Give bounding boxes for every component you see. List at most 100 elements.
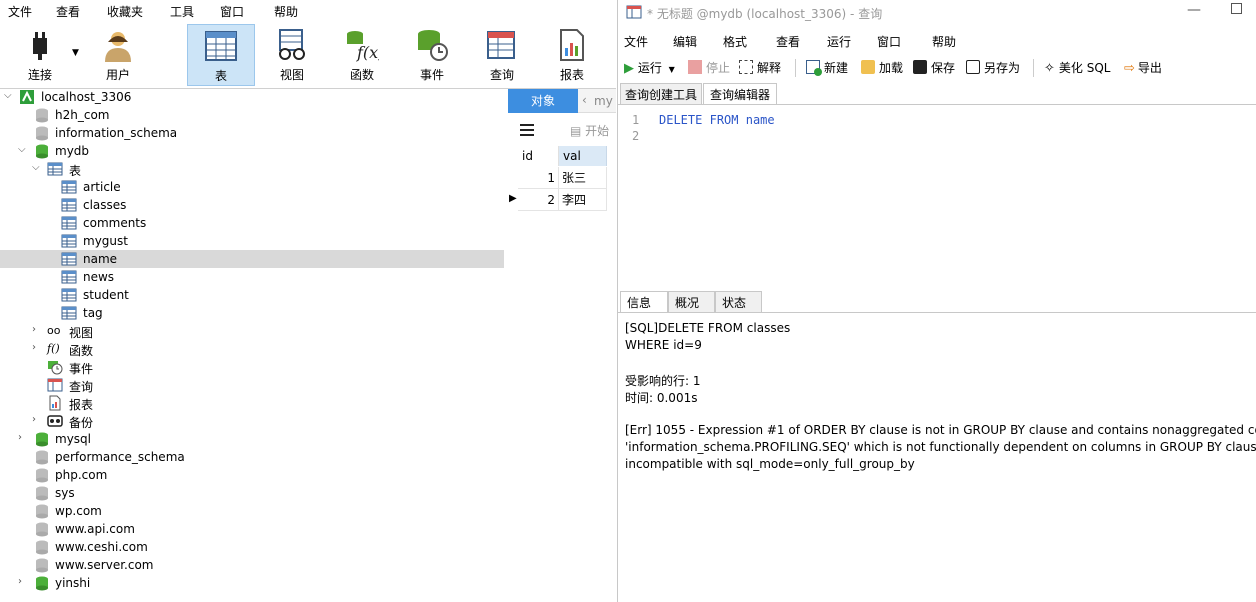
tree-reports-folder[interactable]: 报表 (0, 394, 504, 412)
database-icon (36, 522, 48, 537)
chevron-down-icon[interactable]: ▼ (669, 65, 675, 74)
sql-editor[interactable]: 1 2 DELETE FROM name (618, 104, 1256, 290)
cell-id[interactable]: 1 (518, 167, 559, 189)
tab-status[interactable]: 状态 (715, 291, 762, 313)
tree-db-yinshi[interactable]: › yinshi (0, 574, 504, 592)
tree-db-mydb[interactable]: ⌵ mydb (0, 142, 504, 160)
info-line: [SQL]DELETE FROM classes (625, 321, 791, 335)
chevron-right-icon[interactable]: › (18, 577, 28, 587)
menu-favorites[interactable]: 收藏夹 (107, 3, 143, 20)
tree-db-h2h[interactable]: h2h_com (0, 106, 504, 124)
chevron-down-icon[interactable]: ▼ (72, 48, 79, 58)
tree-table-name[interactable]: name (0, 250, 504, 268)
tab-query-editor[interactable]: 查询编辑器 (703, 83, 777, 105)
cell-val[interactable]: 李四 (559, 189, 607, 211)
tree-backups-folder[interactable]: › 备份 (0, 412, 504, 431)
cell-val[interactable]: 张三 (559, 167, 607, 189)
chevron-down-icon[interactable]: ⌵ (4, 91, 14, 101)
tree-table-comments[interactable]: comments (0, 214, 504, 232)
tab-objects[interactable]: 对象 (508, 89, 578, 113)
back-arrow-icon[interactable]: ‹ (582, 93, 587, 107)
tree-views-folder[interactable]: › oo 视图 (0, 322, 504, 340)
report-button[interactable]: 报表 (538, 24, 606, 86)
info-line: 受影响的行: 1 (625, 374, 701, 388)
menu-help[interactable]: 帮助 (274, 3, 298, 20)
tree-db-information-schema[interactable]: information_schema (0, 124, 504, 142)
menu-run[interactable]: 运行 (827, 33, 851, 50)
start-transaction-button[interactable]: ▤ 开始 (570, 122, 609, 139)
query-icon (47, 378, 63, 392)
tree-db-performance-schema[interactable]: performance_schema (0, 448, 504, 466)
table-icon (61, 198, 77, 212)
menu-format[interactable]: 格式 (723, 33, 747, 50)
menu-window[interactable]: 窗口 (877, 33, 901, 50)
tree-db-wp[interactable]: wp.com (0, 502, 504, 520)
column-header-val[interactable]: val (559, 146, 607, 166)
info-output[interactable]: [SQL]DELETE FROM classes WHERE id=9 受影响的… (618, 312, 1256, 602)
tree-db-mysql[interactable]: › mysql (0, 430, 504, 448)
tree-table-student[interactable]: student (0, 286, 504, 304)
sql-code-line[interactable]: DELETE FROM name (659, 113, 775, 127)
export-button[interactable]: ⇨ 导出 (1124, 59, 1162, 77)
cell-id[interactable]: 2 (518, 189, 559, 211)
tree-queries-folder[interactable]: 查询 (0, 376, 504, 394)
tab-info[interactable]: 信息 (620, 291, 668, 313)
tree-table-article[interactable]: article (0, 178, 504, 196)
tree-table-mygust[interactable]: mygust (0, 232, 504, 250)
chevron-right-icon[interactable]: › (32, 343, 42, 353)
stop-button[interactable]: 停止 (688, 59, 730, 77)
menu-tools[interactable]: 工具 (170, 3, 194, 20)
tree-db-api[interactable]: www.api.com (0, 520, 504, 538)
stop-icon (688, 60, 702, 74)
tree-connection-label: localhost_3306 (41, 90, 132, 104)
tree-db-server[interactable]: www.server.com (0, 556, 504, 574)
explain-button[interactable]: 解释 (739, 59, 781, 77)
run-button[interactable]: ▶ 运行 ▼ (624, 59, 675, 77)
menu-file[interactable]: 文件 (8, 3, 32, 20)
chevron-right-icon[interactable]: › (18, 433, 28, 443)
save-as-button[interactable]: 另存为 (966, 59, 1020, 77)
chevron-down-icon[interactable]: ⌵ (32, 163, 42, 173)
tree-connection[interactable]: ⌵ localhost_3306 (0, 88, 504, 106)
chevron-right-icon[interactable]: › (32, 415, 42, 425)
query-button[interactable]: 查询 (468, 24, 536, 86)
chevron-right-icon[interactable]: › (32, 325, 42, 335)
tree-table-classes[interactable]: classes (0, 196, 504, 214)
tree-events-folder[interactable]: 事件 (0, 358, 504, 376)
menu-help[interactable]: 帮助 (932, 33, 956, 50)
menu-icon[interactable] (520, 123, 534, 137)
load-button[interactable]: 加载 (861, 59, 903, 77)
menu-view[interactable]: 查看 (56, 3, 80, 20)
new-query-button[interactable]: 新建 (806, 59, 848, 77)
tab-mydb[interactable]: ‹ my (578, 89, 616, 113)
menu-view[interactable]: 查看 (776, 33, 800, 50)
event-button[interactable]: 事件 (398, 24, 466, 86)
tree-db-sys[interactable]: sys (0, 484, 504, 502)
tree-table-news[interactable]: news (0, 268, 504, 286)
chevron-down-icon[interactable]: ⌵ (18, 145, 28, 155)
menu-window[interactable]: 窗口 (220, 3, 244, 20)
tree-db-php[interactable]: php.com (0, 466, 504, 484)
tree-tables-folder[interactable]: ⌵ 表 (0, 160, 504, 178)
function-icon: f() (47, 342, 60, 355)
tab-query-builder[interactable]: 查询创建工具 (620, 83, 702, 105)
magic-wand-icon: ✧ (1044, 61, 1055, 76)
column-header-id[interactable]: id (518, 146, 559, 166)
minimize-icon[interactable]: — (1187, 2, 1201, 18)
beautify-sql-button[interactable]: ✧ 美化 SQL (1044, 59, 1110, 77)
tree-functions-folder[interactable]: › f() 函数 (0, 340, 504, 358)
save-button[interactable]: 保存 (913, 59, 955, 77)
database-open-icon (36, 576, 48, 591)
table-button[interactable]: 表 (187, 24, 255, 86)
tree-db-ceshi[interactable]: www.ceshi.com (0, 538, 504, 556)
maximize-icon[interactable] (1231, 3, 1242, 14)
tree-table-tag[interactable]: tag (0, 304, 504, 322)
user-button[interactable]: 用户 (84, 24, 152, 86)
menu-file[interactable]: 文件 (624, 33, 648, 50)
view-button[interactable]: 视图 (258, 24, 326, 86)
function-button[interactable]: f(x) 函数 (328, 24, 396, 86)
tab-profile[interactable]: 概况 (668, 291, 715, 313)
connect-button[interactable]: ▼ 连接 (6, 24, 79, 86)
menu-edit[interactable]: 编辑 (673, 33, 697, 50)
export-icon: ⇨ (1124, 61, 1135, 76)
